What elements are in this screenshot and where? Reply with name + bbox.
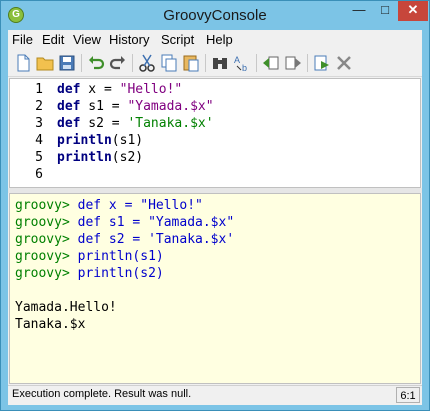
- toolbar-separator: [205, 54, 206, 72]
- svg-text:A: A: [234, 55, 240, 65]
- minimize-button[interactable]: —: [346, 1, 372, 21]
- toolbar: Ab: [8, 50, 422, 77]
- string-literal: "Hello!": [119, 82, 183, 97]
- output-echo-line: groovy> def s1 = "Yamada.$x": [15, 215, 234, 230]
- code-line: def x = "Hello!": [57, 82, 182, 97]
- title-bar[interactable]: G GroovyConsole — □ ✕: [1, 1, 429, 30]
- menu-help[interactable]: Help: [206, 32, 233, 47]
- code-text: s1 =: [80, 99, 128, 114]
- code-line: def s1 = "Yamada.$x": [57, 99, 214, 114]
- menu-edit[interactable]: Edit: [42, 32, 64, 47]
- new-file-icon[interactable]: [13, 53, 33, 73]
- app-window: G GroovyConsole — □ ✕ File Edit View His…: [0, 0, 430, 411]
- line-number-gutter: 1 2 3 4 5 6: [10, 79, 54, 187]
- line-number: 3: [35, 116, 43, 131]
- cut-icon[interactable]: [137, 53, 157, 73]
- replace-icon[interactable]: Ab: [232, 53, 252, 73]
- find-icon[interactable]: [210, 53, 230, 73]
- string-literal: 'Tanaka.$x': [127, 116, 214, 131]
- code-line: println(s1): [57, 133, 143, 148]
- open-folder-icon[interactable]: [35, 53, 55, 73]
- console-prompt: groovy>: [15, 198, 70, 213]
- keyword: def: [57, 82, 81, 97]
- console-prompt: groovy>: [15, 232, 70, 247]
- line-number: 5: [35, 150, 43, 165]
- script-editor[interactable]: 1 2 3 4 5 6 def x = "Hello!" def s1 = "Y…: [9, 78, 421, 188]
- output-result-line: Yamada.Hello!: [15, 300, 117, 315]
- svg-text:b: b: [242, 63, 247, 73]
- output-echo-line: groovy> def x = "Hello!": [15, 198, 203, 213]
- echo-code: println(s1): [77, 249, 164, 264]
- menu-view[interactable]: View: [73, 32, 101, 47]
- echo-code: println(s2): [77, 266, 164, 281]
- keyword: println: [57, 150, 112, 165]
- keyword: println: [57, 133, 112, 148]
- code-text: s2 =: [80, 116, 128, 131]
- toolbar-separator: [132, 54, 133, 72]
- code-line: println(s2): [57, 150, 143, 165]
- toolbar-separator: [256, 54, 257, 72]
- history-next-icon[interactable]: [283, 53, 303, 73]
- line-number: 2: [35, 99, 43, 114]
- close-button[interactable]: ✕: [398, 1, 428, 21]
- client-area: File Edit View History Script Help A b 1…: [8, 30, 422, 405]
- line-number: 1: [35, 82, 43, 97]
- run-script-icon[interactable]: [312, 53, 332, 73]
- output-echo-line: groovy> println(s1): [15, 249, 164, 264]
- keyword: def: [57, 116, 81, 131]
- status-bar: Execution complete. Result was null. 6:1: [8, 385, 422, 405]
- console-prompt: groovy>: [15, 249, 70, 264]
- string-literal: "Yamada.$x": [127, 99, 214, 114]
- echo-code: def x = "Hello!": [77, 198, 203, 213]
- output-result-line: Tanaka.$x: [15, 317, 86, 332]
- copy-icon[interactable]: [159, 53, 179, 73]
- menu-history[interactable]: History: [109, 32, 149, 47]
- line-number: 4: [35, 133, 43, 148]
- console-prompt: groovy>: [15, 215, 70, 230]
- output-echo-line: groovy> def s2 = 'Tanaka.$x': [15, 232, 234, 247]
- paste-icon[interactable]: [181, 53, 201, 73]
- status-message: Execution complete. Result was null.: [12, 388, 192, 400]
- interrupt-icon[interactable]: [334, 53, 354, 73]
- code-text: (s1): [111, 133, 144, 148]
- history-previous-icon[interactable]: [261, 53, 281, 73]
- echo-code: def s2 = 'Tanaka.$x': [77, 232, 235, 247]
- redo-icon[interactable]: [108, 53, 128, 73]
- menu-script[interactable]: Script: [161, 32, 194, 47]
- echo-code: def s1 = "Yamada.$x": [77, 215, 235, 230]
- caret-position: 6:1: [396, 387, 420, 403]
- toolbar-separator: [307, 54, 308, 72]
- menu-bar: File Edit View History Script Help: [8, 30, 422, 49]
- undo-icon[interactable]: [86, 53, 106, 73]
- toolbar-separator: [81, 54, 82, 72]
- code-text: x =: [80, 82, 120, 97]
- code-line: def s2 = 'Tanaka.$x': [57, 116, 214, 131]
- maximize-button[interactable]: □: [372, 1, 398, 21]
- menu-file[interactable]: File: [12, 32, 33, 47]
- keyword: def: [57, 99, 81, 114]
- output-echo-line: groovy> println(s2): [15, 266, 164, 281]
- console-prompt: groovy>: [15, 266, 70, 281]
- code-text: (s2): [111, 150, 144, 165]
- save-icon[interactable]: [57, 53, 77, 73]
- line-number: 6: [35, 167, 43, 182]
- output-pane[interactable]: groovy> def x = "Hello!" groovy> def s1 …: [9, 193, 421, 384]
